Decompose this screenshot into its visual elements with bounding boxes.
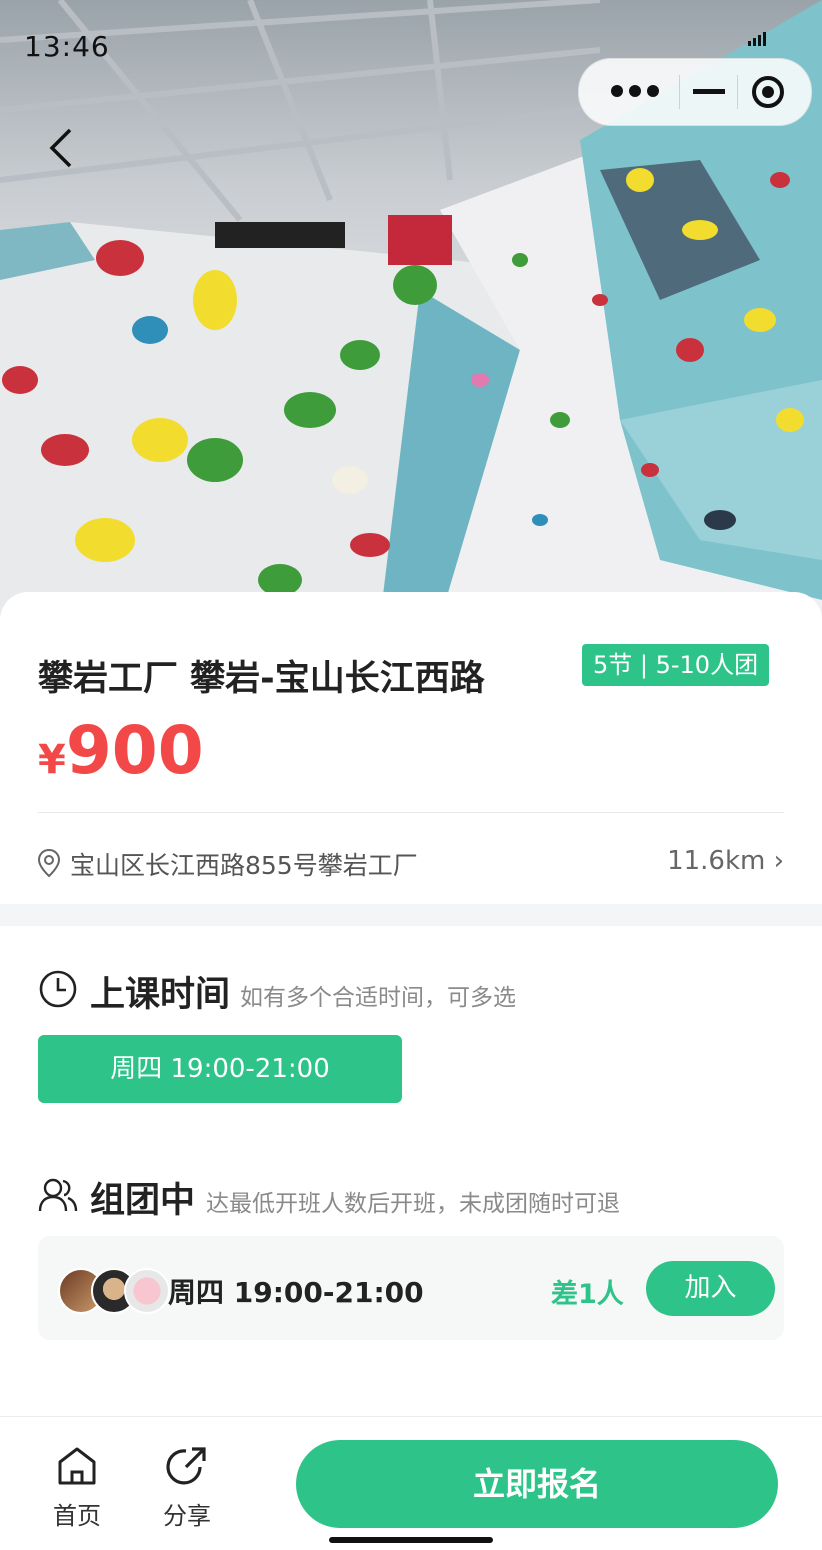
signal-icon xyxy=(748,32,766,46)
distance-link[interactable]: 11.6km › xyxy=(667,846,784,876)
group-section-subtitle: 达最低开班人数后开班，未成团随时可退 xyxy=(206,1191,620,1217)
bottom-bar-border xyxy=(0,1416,822,1417)
group-section-title: 组团中 xyxy=(90,1181,196,1221)
home-icon[interactable] xyxy=(56,1445,98,1487)
time-option-button[interactable]: 周四 19:00-21:00 xyxy=(38,1035,402,1103)
group-day: 周四 xyxy=(168,1276,225,1309)
close-miniprogram-icon[interactable] xyxy=(751,75,785,109)
schedule-section-title: 上课时间 xyxy=(90,975,231,1015)
group-time: 周四 19:00-21:00 xyxy=(168,1271,424,1311)
share-icon[interactable] xyxy=(164,1445,208,1489)
course-title: 攀岩工厂 攀岩-宝山长江西路 xyxy=(38,659,485,699)
join-button[interactable]: 加入 xyxy=(646,1261,775,1316)
status-time: 13:46 xyxy=(24,30,110,63)
signup-button[interactable]: 立即报名 xyxy=(296,1440,778,1528)
currency-symbol: ¥ xyxy=(38,737,66,783)
home-label[interactable]: 首页 xyxy=(53,1496,101,1531)
capsule-separator xyxy=(679,75,680,109)
missing-count: 差1人 xyxy=(551,1279,624,1310)
miniprogram-capsule xyxy=(578,58,812,126)
group-time-range: 19:00-21:00 xyxy=(233,1276,424,1309)
home-indicator xyxy=(329,1537,493,1543)
section-gap xyxy=(0,904,822,926)
capsule-separator xyxy=(737,75,738,109)
users-icon xyxy=(38,1178,78,1212)
minimize-icon[interactable] xyxy=(693,89,725,95)
avatar xyxy=(124,1268,170,1314)
price-value: 900 xyxy=(65,712,204,789)
location-pin-icon xyxy=(37,848,61,878)
course-price: ¥900 xyxy=(38,712,204,789)
address-text[interactable]: 宝山区长江西路855号攀岩工厂 xyxy=(70,846,418,882)
share-label[interactable]: 分享 xyxy=(163,1496,211,1531)
divider xyxy=(38,812,784,813)
course-tag-badge: 5节 | 5-10人团 xyxy=(582,644,770,686)
more-icon[interactable] xyxy=(609,83,661,99)
clock-icon xyxy=(39,970,77,1008)
back-chevron-icon[interactable] xyxy=(40,124,86,170)
schedule-section-subtitle: 如有多个合适时间，可多选 xyxy=(240,985,516,1011)
